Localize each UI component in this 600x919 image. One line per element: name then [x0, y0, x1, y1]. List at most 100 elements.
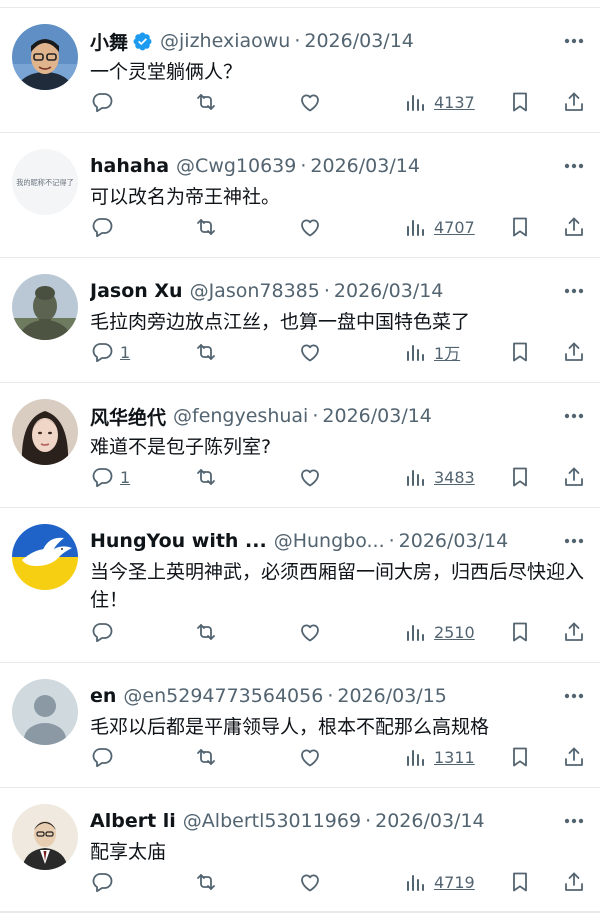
- like-button[interactable]: [298, 618, 322, 646]
- reply-item[interactable]: 风华绝代 @fengyeshuai · 2026/03/14 难道不是包子陈列室…: [0, 383, 600, 508]
- more-options-icon[interactable]: [562, 282, 586, 300]
- display-name[interactable]: Jason Xu: [90, 280, 183, 302]
- like-button[interactable]: [298, 338, 322, 366]
- reply-button[interactable]: [90, 743, 120, 771]
- reply-count: 1: [120, 342, 131, 362]
- share-button[interactable]: [562, 743, 586, 771]
- bookmark-icon: [513, 747, 527, 767]
- repost-button[interactable]: [194, 743, 218, 771]
- post-date[interactable]: 2026/03/14: [375, 810, 485, 832]
- avatar[interactable]: [12, 679, 78, 745]
- like-button[interactable]: [298, 743, 322, 771]
- heart-icon: [301, 344, 319, 362]
- post-date[interactable]: 2026/03/14: [322, 405, 432, 427]
- reply-button[interactable]: [90, 88, 120, 116]
- avatar[interactable]: [12, 804, 78, 870]
- user-handle[interactable]: @Cwg10639: [176, 155, 296, 177]
- repost-button[interactable]: [194, 213, 218, 241]
- views-button[interactable]: 4707: [404, 213, 475, 241]
- display-name[interactable]: hahaha: [90, 155, 169, 177]
- views-button[interactable]: 3483: [404, 463, 475, 491]
- post-date[interactable]: 2026/03/15: [337, 685, 447, 707]
- separator-dot: ·: [323, 280, 330, 302]
- reply-button[interactable]: [90, 213, 120, 241]
- bookmark-button[interactable]: [508, 868, 532, 896]
- repost-button[interactable]: [194, 868, 218, 896]
- bookmark-icon: [513, 622, 527, 642]
- bookmark-button[interactable]: [508, 88, 532, 116]
- reply-item[interactable]: 我的昵称不记得了 hahaha @Cwg10639 · 2026/03/14 可…: [0, 133, 600, 258]
- user-handle[interactable]: @en5294773564056: [123, 685, 323, 707]
- avatar[interactable]: [12, 399, 78, 465]
- bookmark-button[interactable]: [508, 743, 532, 771]
- user-handle[interactable]: @Jason78385: [190, 280, 320, 302]
- display-name[interactable]: 小舞: [90, 28, 128, 55]
- post-date[interactable]: 2026/03/14: [334, 280, 444, 302]
- views-button[interactable]: 1万: [404, 338, 460, 366]
- display-name[interactable]: 风华绝代: [90, 403, 166, 430]
- reply-header: Jason Xu @Jason78385 · 2026/03/14: [90, 271, 540, 311]
- post-date[interactable]: 2026/03/14: [304, 30, 414, 52]
- avatar[interactable]: [12, 24, 78, 90]
- woman-photo-avatar: [12, 399, 78, 465]
- bookmark-button[interactable]: [508, 338, 532, 366]
- avatar[interactable]: 我的昵称不记得了: [12, 149, 78, 215]
- bookmark-button[interactable]: [508, 463, 532, 491]
- repost-icon: [197, 219, 215, 235]
- more-options-icon[interactable]: [562, 407, 586, 425]
- views-button[interactable]: 2510: [404, 618, 475, 646]
- display-name[interactable]: HungYou with ...: [90, 530, 267, 552]
- reply-button[interactable]: [90, 618, 120, 646]
- reply-item[interactable]: 小舞 @jizhexiaowu · 2026/03/14 一个灵堂躺俩人？ 41…: [0, 8, 600, 133]
- reply-item[interactable]: Albert li @Albertl53011969 · 2026/03/14 …: [0, 788, 600, 912]
- share-button[interactable]: [562, 463, 586, 491]
- repost-button[interactable]: [194, 338, 218, 366]
- views-button[interactable]: 1311: [404, 743, 475, 771]
- display-name[interactable]: Albert li: [90, 810, 176, 832]
- post-date[interactable]: 2026/03/14: [399, 530, 509, 552]
- like-button[interactable]: [298, 213, 322, 241]
- share-button[interactable]: [562, 88, 586, 116]
- more-options-icon[interactable]: [562, 687, 586, 705]
- user-handle[interactable]: @fengyeshuai: [173, 405, 308, 427]
- like-button[interactable]: [298, 868, 322, 896]
- user-handle[interactable]: @Albertl53011969: [183, 810, 361, 832]
- reply-button[interactable]: 1: [90, 338, 130, 366]
- buddha-statue-avatar: [12, 274, 78, 340]
- reply-item[interactable]: Jason Xu @Jason78385 · 2026/03/14 毛拉肉旁边放…: [0, 258, 600, 383]
- share-button[interactable]: [562, 338, 586, 366]
- repost-button[interactable]: [194, 618, 218, 646]
- reply-header: en @en5294773564056 · 2026/03/15: [90, 676, 540, 716]
- views-chart-icon: [407, 625, 424, 641]
- more-options-icon[interactable]: [562, 532, 586, 550]
- bookmark-button[interactable]: [508, 618, 532, 646]
- post-date[interactable]: 2026/03/14: [310, 155, 420, 177]
- action-bar: 4707: [90, 213, 590, 241]
- avatar[interactable]: [12, 524, 78, 590]
- reply-item[interactable]: en @en5294773564056 · 2026/03/15 毛邓以后都是平…: [0, 663, 600, 788]
- bookmark-icon: [513, 467, 527, 487]
- like-button[interactable]: [298, 88, 322, 116]
- share-button[interactable]: [562, 868, 586, 896]
- views-button[interactable]: 4719: [404, 868, 475, 896]
- share-icon: [565, 92, 583, 111]
- reply-button[interactable]: [90, 868, 120, 896]
- share-button[interactable]: [562, 213, 586, 241]
- comment-icon: [92, 218, 113, 238]
- avatar[interactable]: [12, 274, 78, 340]
- reply-button[interactable]: 1: [90, 463, 130, 491]
- display-name[interactable]: en: [90, 685, 116, 707]
- user-handle[interactable]: @jizhexiaowu: [160, 30, 290, 52]
- bookmark-button[interactable]: [508, 213, 532, 241]
- more-options-icon[interactable]: [562, 157, 586, 175]
- views-button[interactable]: 4137: [404, 88, 475, 116]
- share-button[interactable]: [562, 618, 586, 646]
- repost-button[interactable]: [194, 463, 218, 491]
- user-handle[interactable]: @Hungbo...: [274, 530, 385, 552]
- more-options-icon[interactable]: [562, 32, 586, 50]
- repost-button[interactable]: [194, 88, 218, 116]
- like-button[interactable]: [298, 463, 322, 491]
- view-count: 4707: [434, 217, 475, 237]
- reply-item[interactable]: HungYou with ... @Hungbo... · 2026/03/14…: [0, 508, 600, 663]
- more-options-icon[interactable]: [562, 812, 586, 830]
